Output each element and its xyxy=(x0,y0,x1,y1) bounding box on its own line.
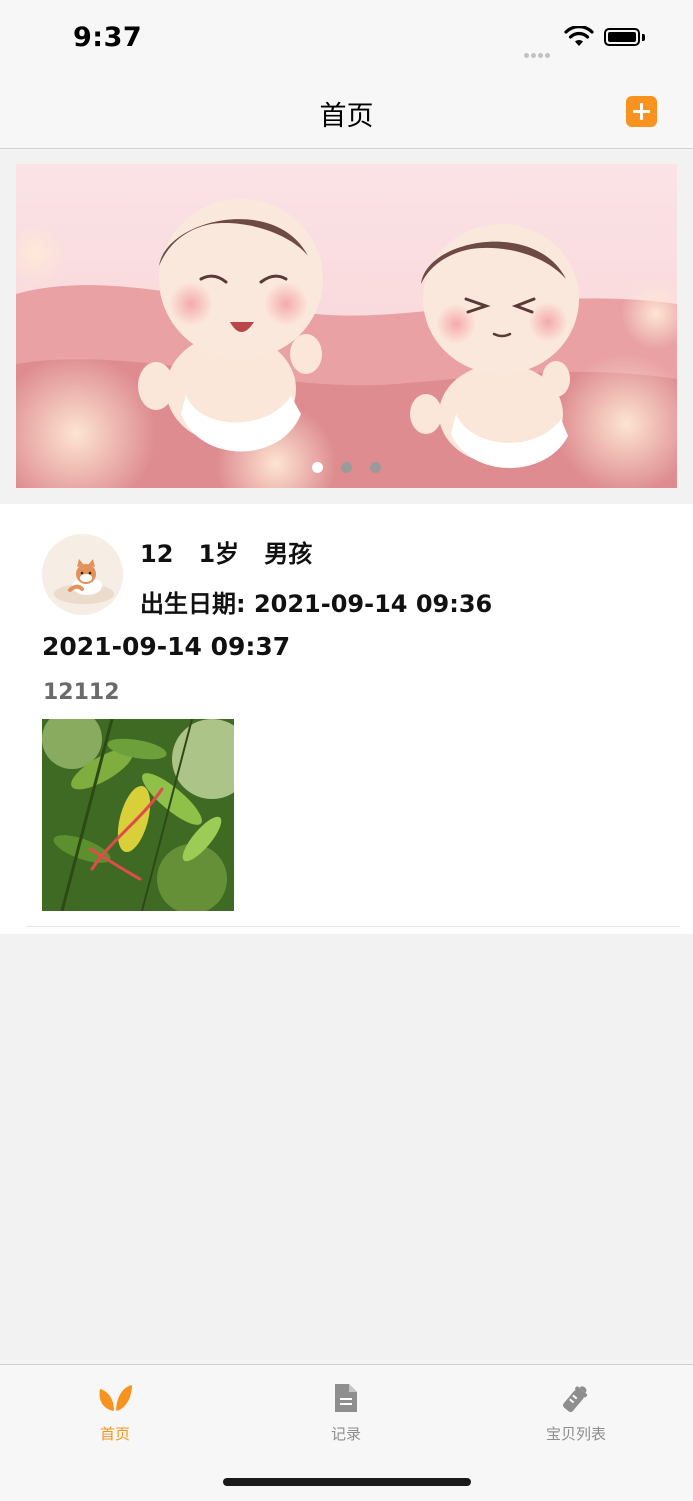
page-dot xyxy=(341,462,352,473)
banner-carousel[interactable] xyxy=(16,164,677,488)
tab-home[interactable]: 首页 xyxy=(50,1365,180,1455)
cellular-signal-icon xyxy=(524,43,552,62)
wifi-icon xyxy=(564,26,594,46)
page-dot xyxy=(370,462,381,473)
add-button[interactable] xyxy=(626,96,657,127)
page-dot xyxy=(312,462,323,473)
page-title: 首页 xyxy=(319,101,374,132)
status-bar: 9:37 xyxy=(0,0,693,78)
tab-label: 宝贝列表 xyxy=(545,1425,606,1443)
record-date: 2021-09-14 09:37 xyxy=(42,632,291,661)
tab-label: 记录 xyxy=(330,1425,361,1443)
baby-bottle-icon xyxy=(562,1386,588,1413)
card-divider xyxy=(26,926,680,927)
record-photo[interactable] xyxy=(42,719,234,911)
tab-label: 首页 xyxy=(99,1425,130,1443)
status-time: 9:37 xyxy=(73,22,143,53)
battery-cap xyxy=(642,34,645,41)
navigation-bar: 首页 xyxy=(0,78,693,149)
banner-image xyxy=(16,164,677,488)
birth-date: 出生日期: 2021-09-14 09:36 xyxy=(140,590,493,618)
leaf-icon xyxy=(99,1385,132,1411)
tab-records[interactable]: 记录 xyxy=(281,1365,411,1455)
document-icon xyxy=(335,1384,357,1412)
battery-icon xyxy=(604,28,640,46)
baby-avatar[interactable] xyxy=(42,534,123,615)
page-indicator[interactable] xyxy=(312,458,399,477)
record-text: 12112 xyxy=(43,680,120,705)
home-indicator[interactable] xyxy=(223,1478,471,1486)
baby-summary: 12 1岁 男孩 xyxy=(140,540,313,568)
tab-baby-list[interactable]: 宝贝列表 xyxy=(511,1365,641,1455)
